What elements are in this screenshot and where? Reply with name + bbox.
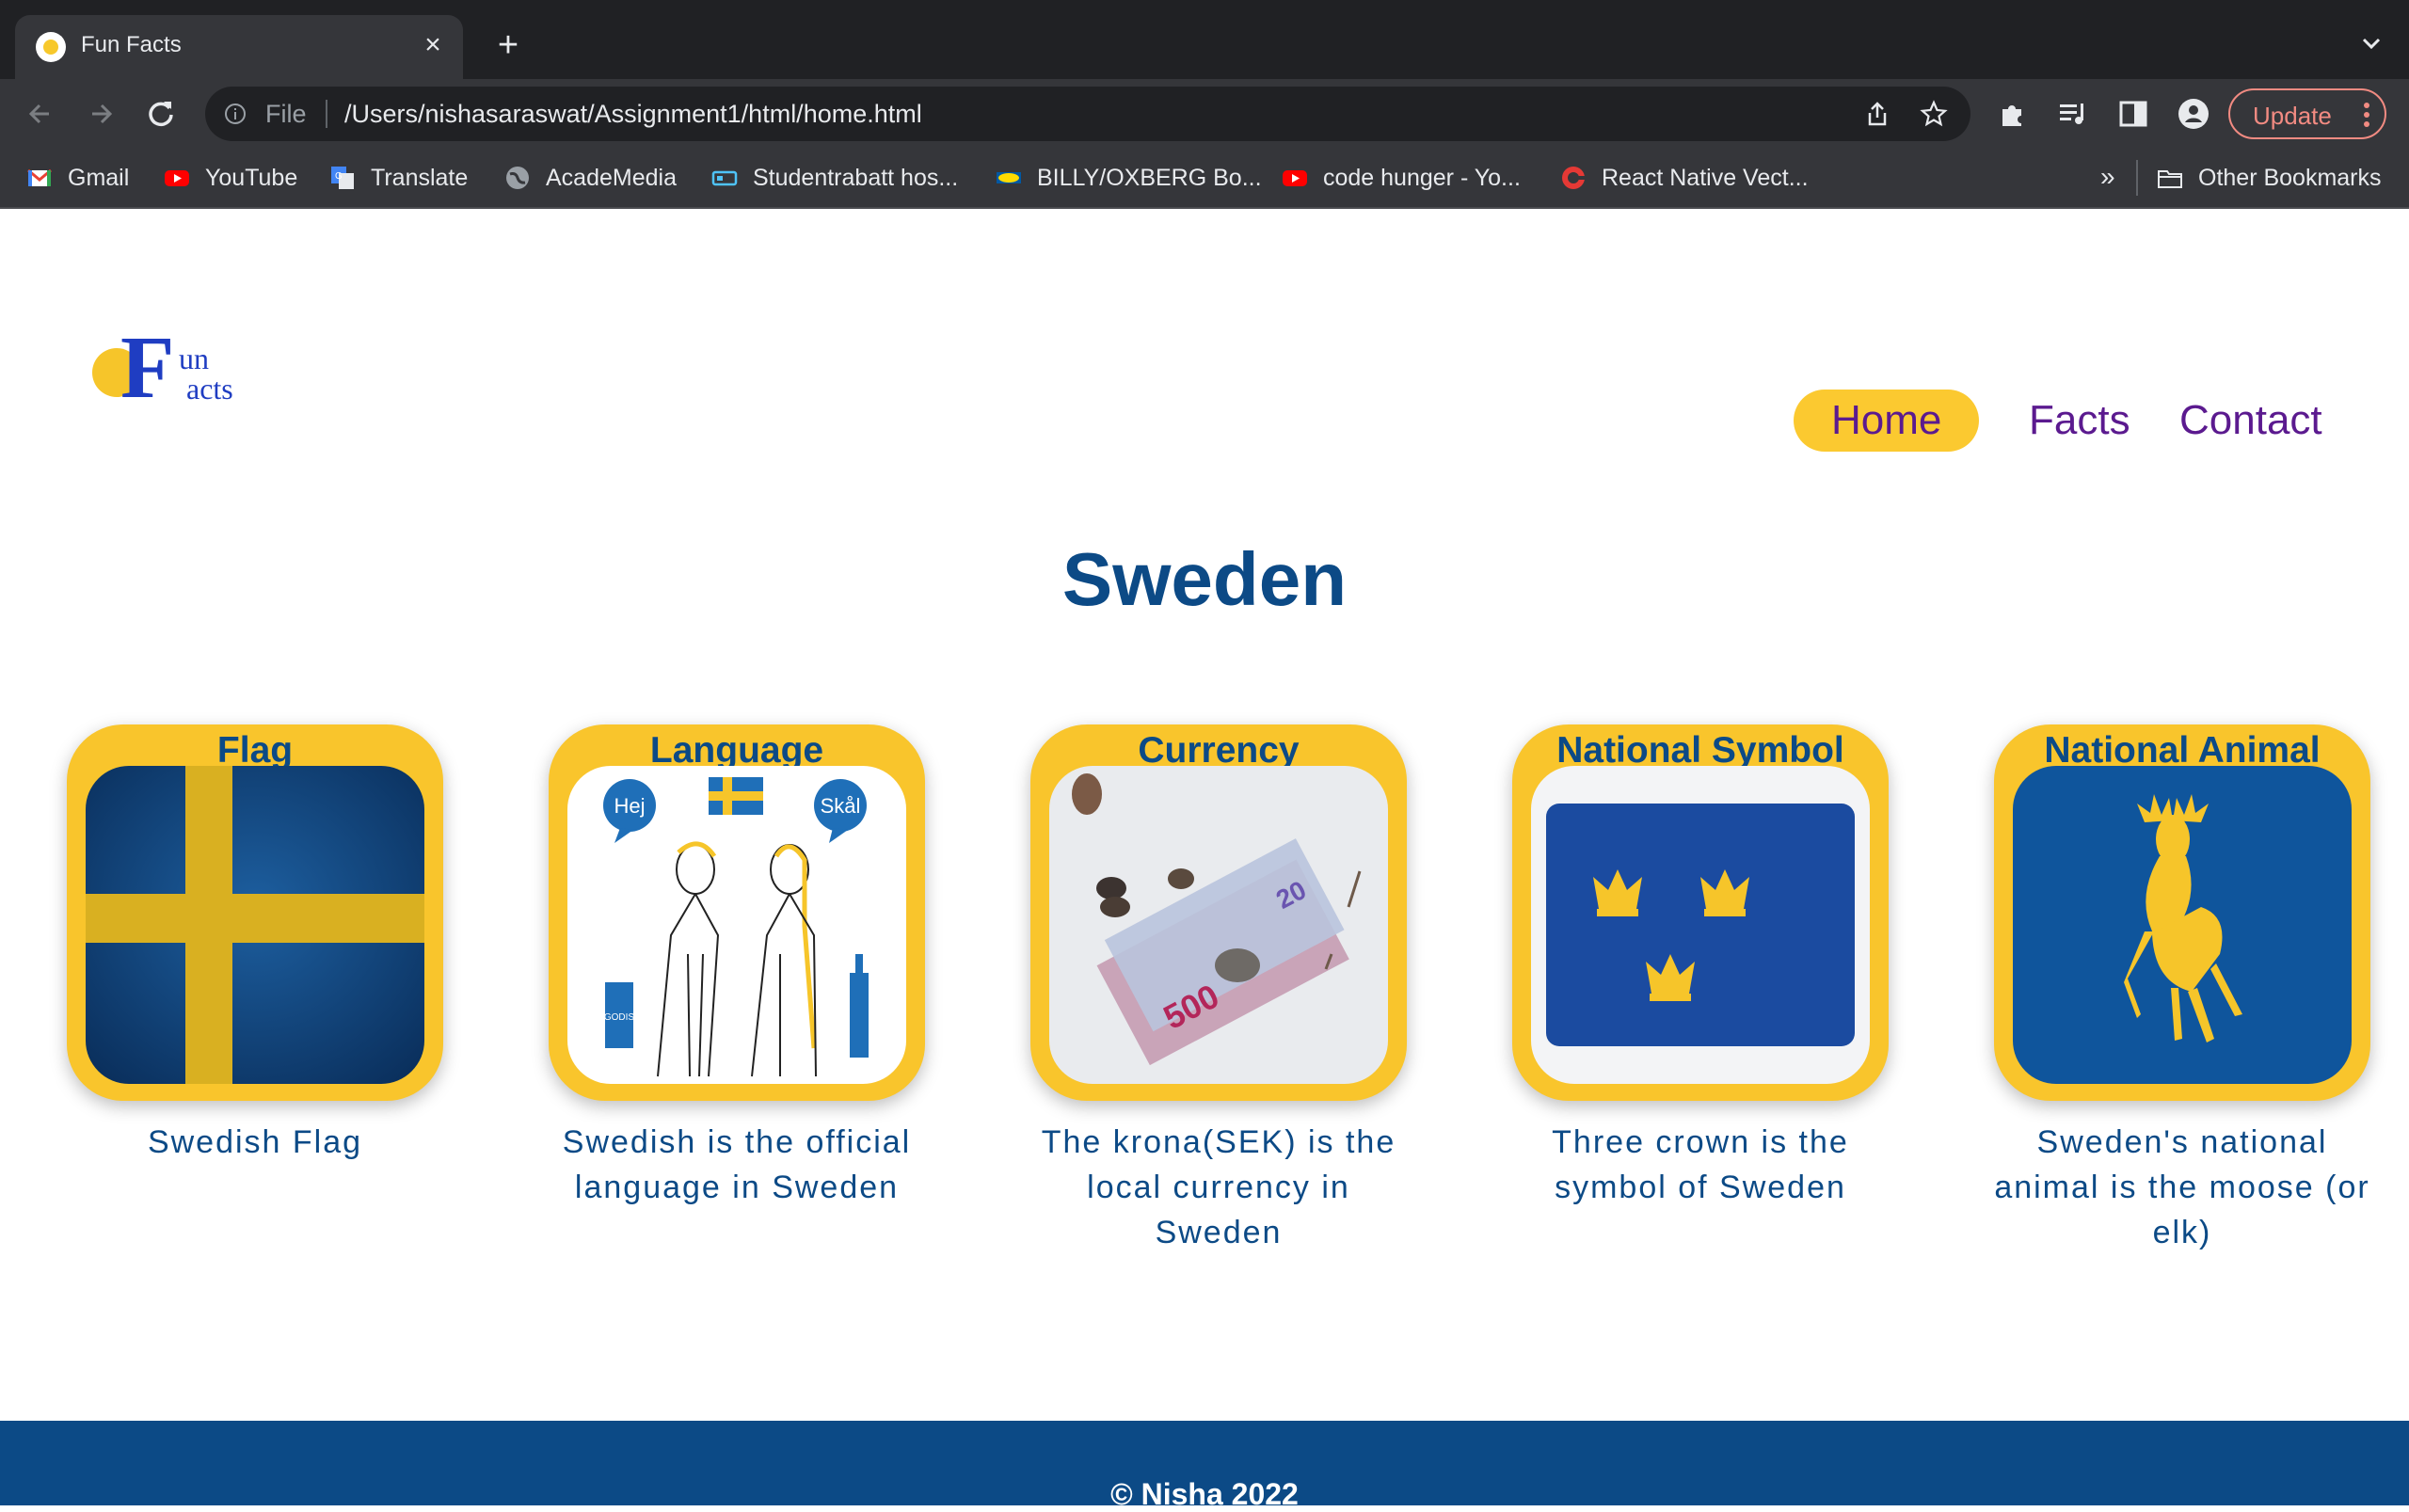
bookmark-billy-oxberg[interactable]: BILLY/OXBERG Bo... — [996, 162, 1262, 194]
close-tab-icon[interactable]: × — [416, 28, 450, 62]
tab-search-chevron-icon[interactable] — [2356, 28, 2386, 58]
site-favicon-icon — [36, 32, 66, 62]
logo-letter: F — [120, 319, 174, 412]
extensions-puzzle-icon[interactable] — [1997, 98, 2029, 130]
update-label: Update — [2253, 102, 2332, 130]
bookmark-gmail[interactable]: Gmail — [26, 162, 129, 194]
browser-toolbar: File /Users/nishasaraswat/Assignment1/ht… — [0, 79, 2409, 149]
other-bookmarks-label: Other Bookmarks — [2198, 164, 2382, 191]
bookmark-academedia[interactable]: AcadeMedia — [504, 162, 677, 194]
krona-banknotes-image: 500 20 — [1049, 766, 1388, 1084]
page-title: Sweden — [1061, 537, 1348, 621]
bookmark-label: YouTube — [205, 164, 298, 191]
card-currency[interactable]: Currency 500 20 — [1030, 724, 1407, 1101]
card-caption: Sweden's national animal is the moose (o… — [1994, 1124, 2370, 1250]
site-footer: © Nisha 2022 — [0, 1421, 2409, 1511]
bookmark-youtube[interactable]: YouTube — [164, 162, 297, 194]
bookmark-label: Translate — [371, 164, 469, 191]
ikea-icon — [997, 172, 1021, 183]
bookmark-code-hunger[interactable]: code hunger - Yo... — [1282, 162, 1521, 194]
youtube-icon — [165, 170, 189, 186]
moose-image — [2013, 766, 2352, 1084]
bookmark-label: Gmail — [68, 164, 130, 191]
bookmark-label: code hunger - Yo... — [1323, 164, 1521, 191]
fun-facts-logo[interactable]: F un acts — [81, 318, 250, 412]
card-flag[interactable]: Flag — [67, 724, 443, 1101]
card-national-symbol[interactable]: National Symbol — [1512, 724, 1889, 1101]
youtube-icon — [1283, 170, 1307, 186]
footer-copyright: © Nisha 2022 — [1110, 1477, 1299, 1511]
folder-icon — [2158, 170, 2182, 188]
reload-icon[interactable] — [141, 94, 181, 134]
card-icon — [711, 170, 738, 186]
other-bookmarks-folder[interactable]: Other Bookmarks — [2157, 162, 2382, 194]
speech-hej: Hej — [614, 794, 645, 818]
translate-icon: G — [331, 167, 354, 189]
update-button[interactable]: Update — [2228, 88, 2386, 139]
three-crowns-image — [1531, 766, 1870, 1084]
new-tab-icon[interactable]: + — [489, 26, 527, 64]
profile-avatar-icon[interactable] — [2178, 98, 2210, 130]
address-bar[interactable]: File /Users/nishasaraswat/Assignment1/ht… — [205, 87, 1970, 141]
bookmark-studentrabatt[interactable]: Studentrabatt hos... — [711, 162, 958, 194]
browser-tab-strip: Fun Facts × + — [0, 0, 2409, 79]
language-illustration-image: Hej Skål GODIS — [567, 766, 906, 1084]
nav-contact-link[interactable]: Contact — [2142, 390, 2360, 452]
bookmark-label: BILLY/OXBERG Bo... — [1037, 164, 1262, 191]
card-caption: The krona(SEK) is the local currency in … — [1041, 1124, 1396, 1250]
url-text[interactable]: /Users/nishasaraswat/Assignment1/html/ho… — [344, 100, 922, 129]
logo-text-top: un — [179, 342, 209, 375]
back-arrow-icon[interactable] — [21, 94, 60, 134]
bookmark-translate[interactable]: G Translate — [329, 162, 468, 194]
card-caption: Swedish Flag — [147, 1124, 363, 1160]
can-label: GODIS — [604, 1012, 635, 1023]
gmail-icon — [27, 168, 52, 186]
bookmark-react-native-vector[interactable]: React Native Vect... — [1560, 162, 1809, 194]
react-vector-icon — [1562, 167, 1585, 189]
more-menu-icon[interactable] — [2364, 102, 2369, 128]
nav-home-link[interactable]: Home — [1794, 390, 1980, 452]
bookmarks-bar: Gmail YouTube G Translate AcadeMedia Stu… — [0, 149, 2409, 209]
bookmark-star-icon[interactable] — [1920, 100, 1948, 128]
speech-skal: Skål — [821, 794, 861, 818]
bookmark-label: React Native Vect... — [1602, 164, 1809, 191]
site-info-icon[interactable] — [224, 103, 247, 125]
side-panel-icon[interactable] — [2117, 98, 2149, 130]
forward-arrow-icon[interactable] — [81, 94, 120, 134]
card-caption: Swedish is the official language in Swed… — [562, 1124, 912, 1205]
url-scheme-label: File — [265, 100, 307, 128]
globe-icon — [506, 167, 529, 189]
bookmark-label: AcadeMedia — [546, 164, 677, 191]
card-national-animal[interactable]: National Animal — [1994, 724, 2370, 1101]
swedish-flag-image — [86, 766, 424, 1084]
card-language[interactable]: Language Hej Skål GODIS — [549, 724, 925, 1101]
logo-text-bottom: acts — [186, 372, 233, 406]
share-icon[interactable] — [1863, 100, 1891, 128]
bookmarks-overflow-icon[interactable]: » — [2100, 162, 2115, 192]
media-queue-icon[interactable] — [2057, 98, 2089, 130]
tab-title: Fun Facts — [81, 32, 182, 57]
browser-tab[interactable]: Fun Facts × — [15, 15, 463, 79]
bookmarks-divider — [2136, 160, 2138, 196]
card-caption: Three crown is the symbol of Sweden — [1552, 1124, 1849, 1205]
bookmark-label: Studentrabatt hos... — [753, 164, 959, 191]
svg-text:G: G — [335, 171, 343, 182]
url-divider — [326, 100, 327, 128]
